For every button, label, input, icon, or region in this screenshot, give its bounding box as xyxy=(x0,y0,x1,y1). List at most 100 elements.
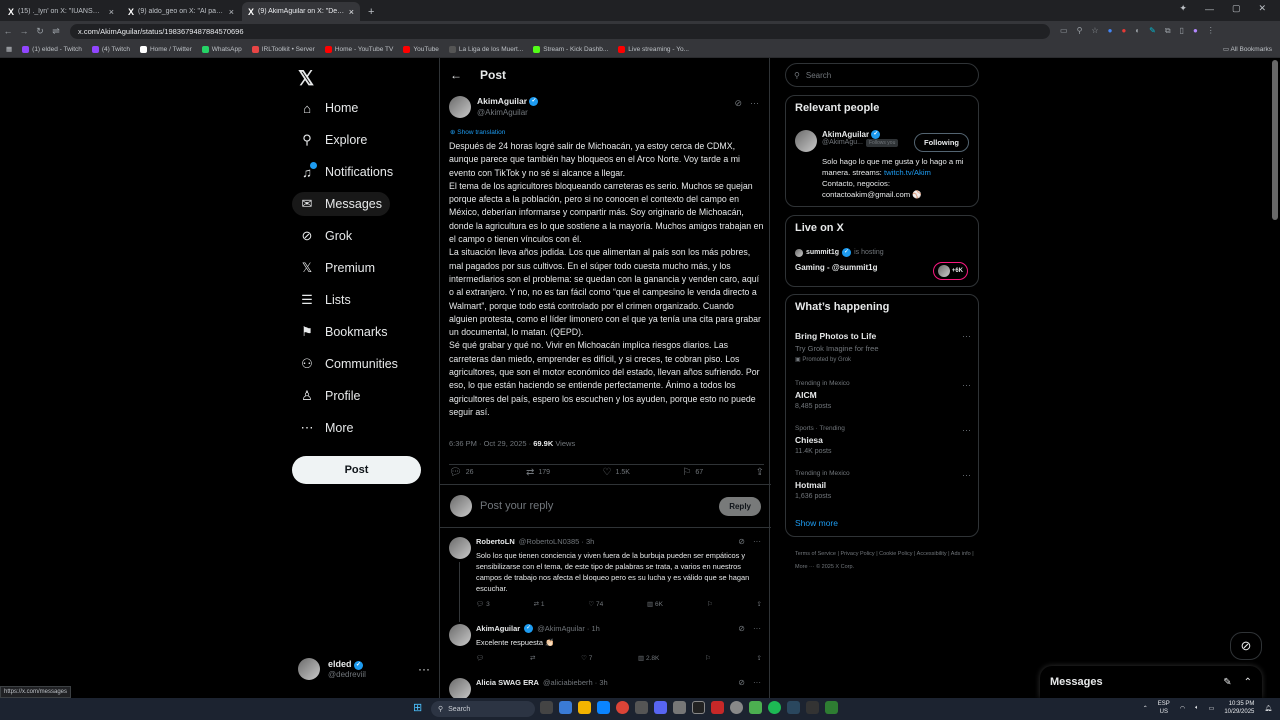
app-icon[interactable] xyxy=(635,701,648,714)
messages-dock[interactable]: Messages ✎ ⌃ xyxy=(1040,666,1262,698)
wifi-icon[interactable]: ◠ xyxy=(1180,705,1185,712)
more-icon[interactable]: ··· xyxy=(962,425,971,435)
bookmark-item[interactable]: Home / Twitter xyxy=(139,45,192,53)
bookmark-item[interactable]: Home - YouTube TV xyxy=(324,45,393,53)
post-button[interactable]: Post xyxy=(292,456,421,484)
user-name[interactable]: AkimAguilar xyxy=(822,130,869,139)
account-switcher[interactable]: elded ✓ @dedreviil ··· xyxy=(298,658,430,680)
trend-item[interactable]: Trending in Mexico AICM 8,485 posts ··· xyxy=(795,380,971,410)
show-translation-link[interactable]: ⊕ Show translation xyxy=(450,128,505,136)
reply-author-handle[interactable]: @aliciabieberh · 3h xyxy=(543,678,608,687)
spotify-icon[interactable] xyxy=(768,701,781,714)
reply-item[interactable]: RobertoLN @RobertoLN0385 · 3h ⊘ ··· Solo l… xyxy=(440,537,771,622)
menu-icon[interactable]: ⋮ xyxy=(1207,26,1215,36)
bookmark-icon[interactable]: ⚐ xyxy=(707,600,713,608)
views-button[interactable]: ▥ 2.8K xyxy=(638,654,659,662)
extension-icon[interactable]: ● xyxy=(1108,26,1113,36)
user-handle[interactable]: @AkimAgu... xyxy=(822,139,863,146)
author-handle[interactable]: @AkimAguilar xyxy=(477,108,538,117)
grok-icon[interactable]: ⊘ xyxy=(738,678,745,687)
live-listeners[interactable]: +6K xyxy=(932,262,968,280)
site-info-icon[interactable]: ⇌ xyxy=(48,26,64,37)
install-app-icon[interactable]: ▭ xyxy=(1060,26,1068,36)
bio-link[interactable]: twitch.tv/Akim xyxy=(884,168,931,177)
nav-item-lists[interactable]: ☰ Lists xyxy=(292,288,359,312)
profile-icon[interactable]: ● xyxy=(1193,26,1198,36)
compose-message-icon[interactable]: ✎ xyxy=(1223,677,1231,688)
more-icon[interactable]: ··· xyxy=(962,331,971,341)
grok-icon[interactable]: ⊘ xyxy=(738,624,745,633)
task-view-icon[interactable] xyxy=(540,701,553,714)
reply-submit-button[interactable]: Reply xyxy=(719,496,761,516)
back-icon[interactable]: ← xyxy=(0,26,16,36)
live-host[interactable]: summit1g ✓ is hosting xyxy=(795,248,884,257)
bookmark-button[interactable]: ⚐ 67 xyxy=(682,467,703,478)
maximize-icon[interactable]: ▢ xyxy=(1232,3,1241,14)
extension-icon[interactable]: ✎ xyxy=(1149,26,1156,36)
more-icon[interactable]: ··· xyxy=(750,98,759,109)
more-icon[interactable]: ··· xyxy=(418,662,430,676)
like-button[interactable]: ♡ 74 xyxy=(588,600,603,608)
repost-button[interactable]: ⇄ xyxy=(530,654,535,662)
app-icon[interactable] xyxy=(673,701,686,714)
copilot-icon[interactable]: ✦ xyxy=(1179,3,1187,14)
bookmark-item[interactable]: Live streaming - Yo... xyxy=(618,45,689,53)
share-icon[interactable]: ⇪ xyxy=(757,654,762,662)
minimize-icon[interactable]: — xyxy=(1205,4,1214,14)
like-button[interactable]: ♡ 1.5K xyxy=(603,467,630,478)
discord-icon[interactable] xyxy=(654,701,667,714)
nav-item-profile[interactable]: ♙ Profile xyxy=(292,384,368,408)
bookmark-item[interactable]: La Liga de los Muert... xyxy=(448,45,523,53)
search-box[interactable]: ⚲ Search xyxy=(785,63,979,87)
volume-icon[interactable]: 🔈︎ xyxy=(1195,705,1199,712)
share-button[interactable]: ⇪ xyxy=(756,467,764,478)
chrome-icon[interactable] xyxy=(616,701,629,714)
bookmark-item[interactable]: YouTube xyxy=(403,45,439,53)
more-icon[interactable]: ··· xyxy=(753,537,761,546)
nav-item-communities[interactable]: ⚇ Communities xyxy=(292,352,406,376)
taskbar-search-input[interactable]: Search xyxy=(448,706,470,713)
app-icon[interactable] xyxy=(559,701,572,714)
views-button[interactable]: ▥ 6K xyxy=(647,600,663,608)
like-button[interactable]: ♡ 7 xyxy=(581,654,592,662)
more-icon[interactable]: ··· xyxy=(753,678,761,687)
reply-item[interactable]: Alicia SWAG ERA @aliciabieberh · 3h ⊘ ··· xyxy=(440,678,771,698)
reply-button[interactable]: 💬︎ 26 xyxy=(449,467,474,478)
more-icon[interactable]: ··· xyxy=(962,380,971,390)
bookmark-item[interactable]: (4) Twitch xyxy=(91,45,130,53)
grok-icon[interactable]: ⊘ xyxy=(734,98,742,109)
nav-item-notifications[interactable]: ♫ Notifications xyxy=(292,160,401,184)
app-icon[interactable] xyxy=(692,701,705,714)
close-window-icon[interactable]: ✕ xyxy=(1258,3,1266,14)
nav-item-messages[interactable]: ✉ Messages xyxy=(292,192,390,216)
reply-author-name[interactable]: RobertoLN xyxy=(476,537,515,546)
extension-icon[interactable]: ● xyxy=(1121,26,1126,36)
search-input[interactable]: Search xyxy=(806,71,831,80)
steam-icon[interactable] xyxy=(787,701,800,714)
battery-icon[interactable]: ▭ xyxy=(1209,705,1215,712)
bookmark-item[interactable]: IRLToolkit • Server xyxy=(251,45,315,53)
footer-links[interactable]: Terms of Service | Privacy Policy | Cook… xyxy=(795,548,975,574)
app-icon[interactable] xyxy=(711,701,724,714)
nav-item-premium[interactable]: 𝕏 Premium xyxy=(292,256,383,280)
bookmark-item[interactable]: (1) elded - Twitch xyxy=(22,45,82,53)
grok-icon[interactable]: ⊘ xyxy=(738,537,745,546)
reply-author-name[interactable]: Alicia SWAG ERA xyxy=(476,678,539,687)
reply-author-name[interactable]: AkimAguilar xyxy=(476,624,520,633)
show-more-link[interactable]: Show more xyxy=(795,518,838,528)
bookmark-item[interactable]: Stream - Kick Dashb... xyxy=(533,45,608,53)
repost-button[interactable]: ⇄ 1 xyxy=(534,600,545,608)
edge-icon[interactable] xyxy=(597,701,610,714)
obs-icon[interactable] xyxy=(730,701,743,714)
expand-icon[interactable]: ⌃ xyxy=(1244,677,1252,688)
file-explorer-icon[interactable] xyxy=(578,701,591,714)
trend-item[interactable]: Bring Photos to Life Try Grok Imagine fo… xyxy=(795,331,971,363)
nav-item-grok[interactable]: ⊘ Grok xyxy=(292,224,360,248)
more-icon[interactable]: ··· xyxy=(753,624,761,633)
share-icon[interactable]: ⇪ xyxy=(757,600,762,608)
nav-item-explore[interactable]: ⚲ Explore xyxy=(292,128,375,152)
app-icon[interactable] xyxy=(825,701,838,714)
browser-tab[interactable]: X (15) ._lyn' on X: "IUANSGUAR × xyxy=(2,2,120,21)
app-icon[interactable] xyxy=(806,701,819,714)
post-author[interactable]: AkimAguilar ✓ @AkimAguilar xyxy=(449,96,539,118)
